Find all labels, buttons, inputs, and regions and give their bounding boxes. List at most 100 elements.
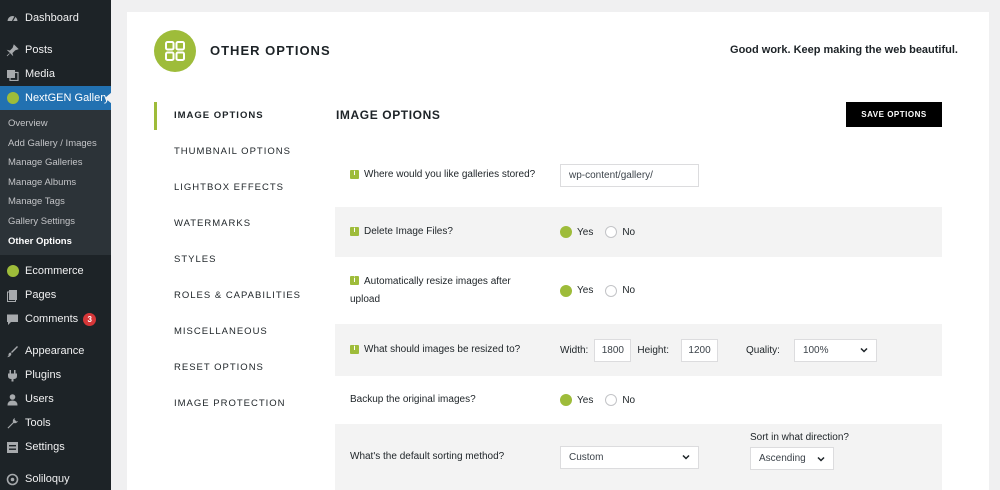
option-control: wp-content/gallery/	[560, 163, 699, 187]
nav-miscellaneous[interactable]: MISCELLANEOUS	[154, 318, 314, 354]
option-row-sorting: What's the default sorting method? Custo…	[335, 424, 942, 490]
pin-icon	[6, 43, 19, 57]
info-icon[interactable]: i	[350, 344, 359, 354]
settings-icon	[6, 441, 19, 454]
option-label: i What should images be resized to?	[350, 341, 540, 359]
grid-icon	[165, 41, 185, 61]
gallery-path-input[interactable]: wp-content/gallery/	[560, 163, 699, 187]
option-control: Width: 1800 Height: 1200 Quality: 100%	[560, 338, 877, 362]
radio-selected	[560, 226, 572, 238]
menu-tools[interactable]: Tools	[0, 411, 111, 435]
option-label: i Where would you like galleries stored?	[350, 166, 540, 184]
menu-appearance[interactable]: Appearance	[0, 339, 111, 363]
select-value: 100%	[802, 344, 829, 356]
nav-styles[interactable]: STYLES	[154, 246, 314, 282]
menu-ecommerce[interactable]: Ecommerce	[0, 259, 111, 283]
height-label: Height:	[637, 344, 670, 356]
menu-label: Tools	[25, 417, 51, 430]
users-icon	[6, 393, 19, 406]
nav-image-options[interactable]: IMAGE OPTIONS	[154, 102, 314, 130]
menu-label: Media	[25, 68, 55, 80]
option-label: Backup the original images?	[350, 391, 540, 409]
options-card: OTHER OPTIONS Good work. Keep making the…	[127, 12, 989, 490]
height-input[interactable]: 1200	[681, 338, 719, 362]
backup-yes-radio[interactable]: Yes	[560, 394, 593, 406]
radio-selected	[560, 284, 572, 297]
menu-media[interactable]: Media	[0, 62, 111, 86]
submenu-manage-tags[interactable]: Manage Tags	[0, 192, 111, 212]
info-icon[interactable]: i	[350, 226, 359, 236]
menu-label: Appearance	[25, 345, 85, 358]
radio-label: Yes	[577, 226, 594, 238]
backup-no-radio[interactable]: No	[605, 394, 635, 406]
menu-soliloquy[interactable]: Soliloquy	[0, 467, 111, 490]
option-control: Yes No	[560, 226, 647, 238]
comments-count-badge: 3	[83, 312, 97, 326]
auto-resize-no-radio[interactable]: No	[605, 284, 635, 297]
radio-label: No	[622, 394, 636, 406]
option-label: i Automatically resize images after uploa…	[350, 273, 540, 309]
admin-sidebar: Dashboard Posts Media NextGEN Gallery Ov…	[0, 0, 112, 490]
submenu-manage-albums[interactable]: Manage Albums	[0, 173, 111, 193]
tagline: Good work. Keep making the web beautiful…	[730, 44, 958, 56]
submenu-overview[interactable]: Overview	[0, 114, 111, 134]
dashboard-icon	[6, 12, 19, 25]
nav-lightbox-effects[interactable]: LIGHTBOX EFFECTS	[154, 174, 314, 210]
nav-thumbnail-options[interactable]: THUMBNAIL OPTIONS	[154, 138, 314, 174]
option-control: Yes No	[560, 394, 647, 406]
menu-posts[interactable]: Posts	[0, 38, 111, 62]
select-value: Ascending	[759, 453, 806, 464]
delete-files-yes-radio[interactable]: Yes	[560, 226, 593, 238]
nav-image-protection[interactable]: IMAGE PROTECTION	[154, 390, 314, 426]
option-control: Custom	[560, 445, 699, 469]
menu-plugins[interactable]: Plugins	[0, 363, 111, 387]
page-title: OTHER OPTIONS	[210, 43, 331, 58]
ecommerce-icon	[6, 265, 19, 278]
option-label-text: Automatically resize images after upload	[350, 275, 511, 305]
menu-dashboard[interactable]: Dashboard	[0, 6, 111, 30]
sort-direction-select[interactable]: Ascending	[750, 447, 834, 470]
option-label: What's the default sorting method?	[350, 448, 540, 466]
sorting-method-select[interactable]: Custom	[560, 445, 699, 469]
menu-settings[interactable]: Settings	[0, 435, 111, 459]
submenu-other-options[interactable]: Other Options	[0, 232, 111, 252]
select-value: Custom	[569, 451, 604, 463]
nav-reset-options[interactable]: RESET OPTIONS	[154, 354, 314, 390]
plugins-icon	[6, 369, 19, 382]
menu-users[interactable]: Users	[0, 387, 111, 411]
menu-comments[interactable]: Comments 3	[0, 307, 111, 331]
menu-label: Settings	[25, 441, 65, 454]
chevron-down-icon	[682, 453, 690, 461]
nav-roles-capabilities[interactable]: ROLES & CAPABILITIES	[154, 282, 314, 318]
submenu-gallery-settings[interactable]: Gallery Settings	[0, 212, 111, 232]
menu-nextgen-gallery[interactable]: NextGEN Gallery	[0, 86, 112, 110]
info-icon[interactable]: i	[350, 169, 359, 179]
quality-label: Quality:	[746, 344, 780, 356]
auto-resize-yes-radio[interactable]: Yes	[560, 284, 593, 297]
sort-direction-label: Sort in what direction?	[750, 432, 849, 443]
tools-icon	[6, 417, 19, 430]
width-input[interactable]: 1800	[594, 338, 632, 362]
submenu-manage-galleries[interactable]: Manage Galleries	[0, 153, 111, 173]
save-options-button[interactable]: SAVE OPTIONS	[846, 102, 942, 127]
width-label: Width:	[560, 344, 589, 356]
option-row-delete-files: i Delete Image Files? Yes No	[335, 207, 942, 257]
radio-label: No	[622, 226, 636, 238]
option-label-text: Where would you like galleries stored?	[364, 169, 536, 180]
menu-pages[interactable]: Pages	[0, 283, 111, 307]
menu-label: Posts	[25, 44, 53, 56]
menu-label: Pages	[25, 289, 57, 302]
menu-label: Soliloquy	[25, 473, 70, 486]
submenu-add-gallery[interactable]: Add Gallery / Images	[0, 134, 111, 154]
nav-watermarks[interactable]: WATERMARKS	[154, 210, 314, 246]
chevron-down-icon	[817, 455, 825, 463]
comments-icon	[6, 313, 19, 326]
menu-label: NextGEN Gallery	[25, 92, 110, 104]
option-label-text: What's the default sorting method?	[350, 451, 505, 462]
info-icon[interactable]: i	[350, 276, 359, 286]
menu-label: Comments	[25, 313, 79, 326]
section-title: IMAGE OPTIONS	[336, 108, 441, 122]
radio-selected	[560, 394, 572, 406]
quality-select[interactable]: 100%	[793, 338, 877, 362]
delete-files-no-radio[interactable]: No	[605, 226, 635, 238]
